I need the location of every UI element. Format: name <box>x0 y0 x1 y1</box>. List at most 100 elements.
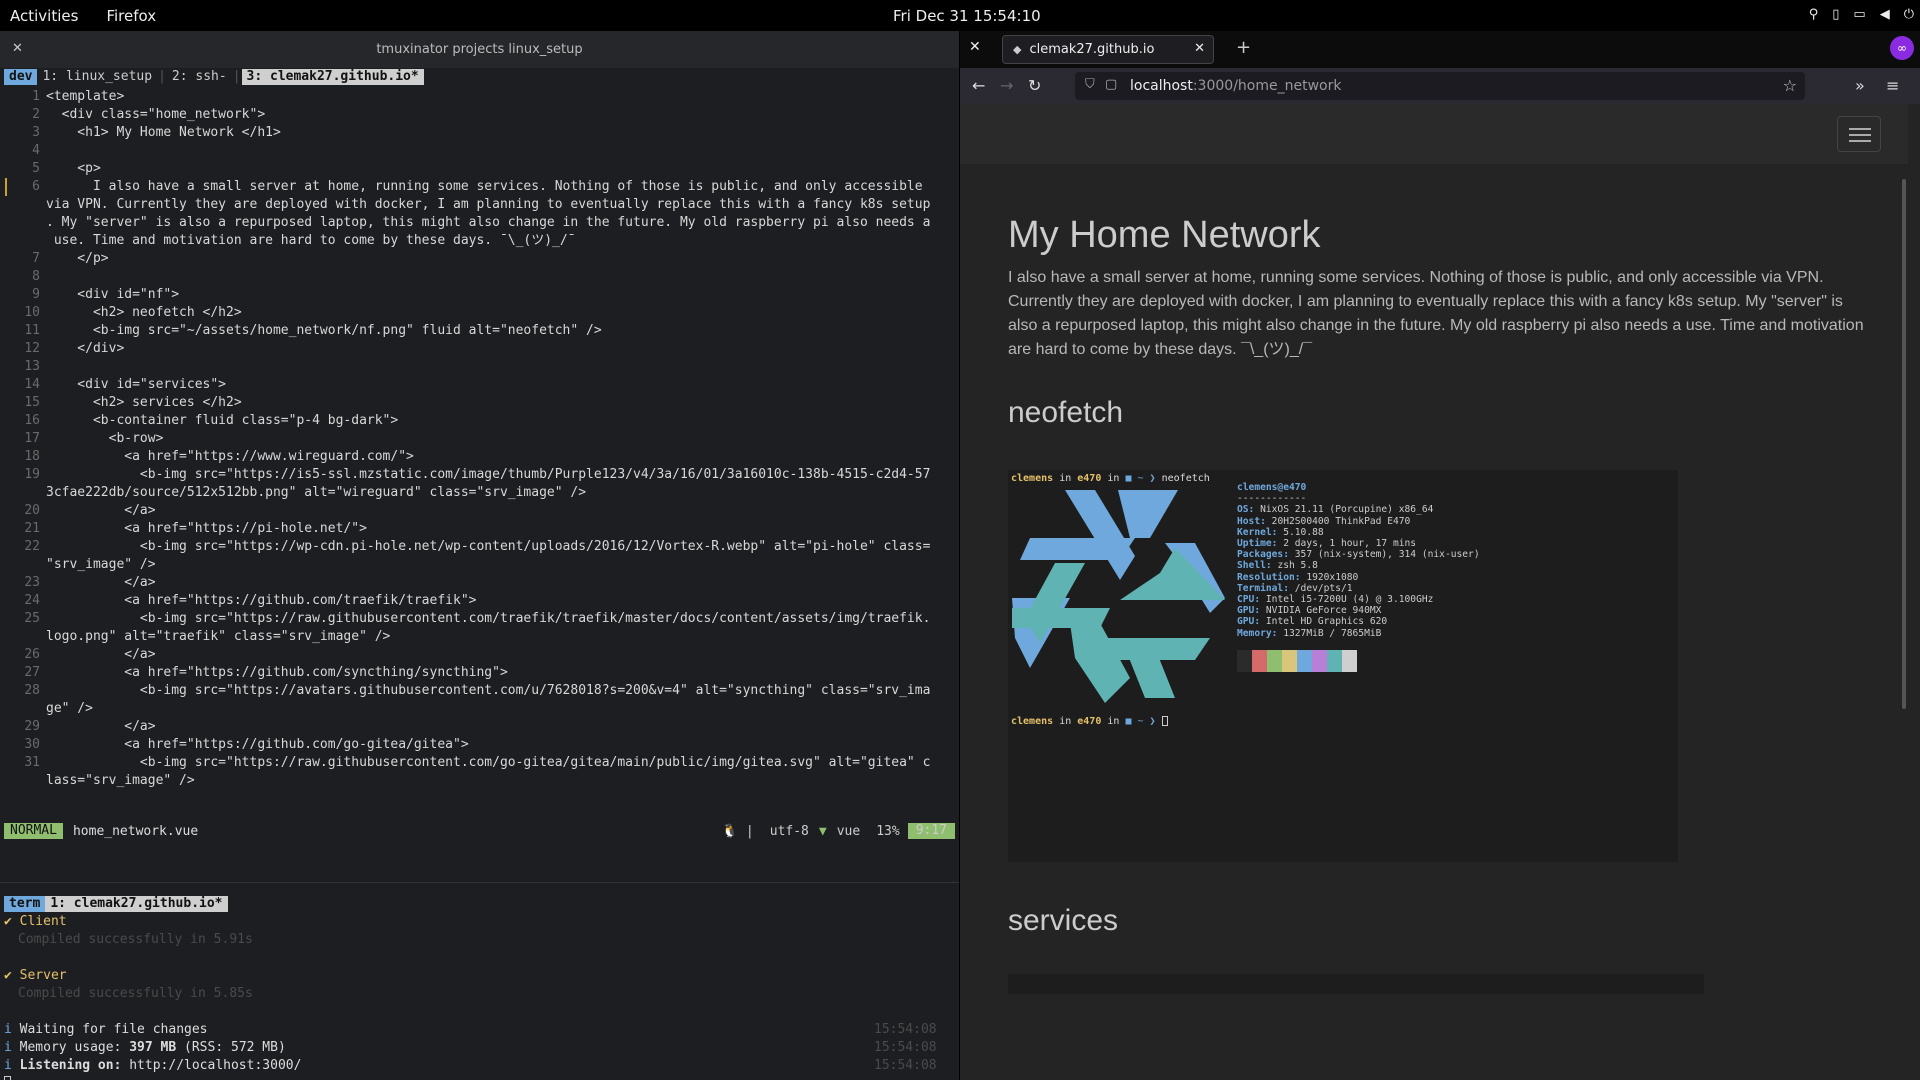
back-icon[interactable]: ← <box>972 76 985 95</box>
extension-icon[interactable]: ∞ <box>1890 36 1914 60</box>
scrollbar[interactable] <box>1902 179 1906 709</box>
line-number: 24 <box>24 593 40 608</box>
cursor-position: 9:17 <box>907 823 955 839</box>
line-number: 17 <box>24 431 40 446</box>
neofetch-heading: neofetch <box>1008 396 1124 429</box>
vim-statusline: NORMAL home_network.vue 🐧 | utf-8 ▼ vue … <box>0 822 959 840</box>
close-window-icon[interactable]: ✕ <box>969 39 981 55</box>
tmux-window-1[interactable]: 1: linux_setup <box>37 69 157 85</box>
location-icon: ⚲ <box>1808 7 1819 22</box>
system-tray[interactable]: ⚲ ▯ ▭ ◀ ⏻ <box>1809 7 1914 22</box>
code-line: 23 </a> <box>0 574 959 592</box>
pane-divider[interactable] <box>0 882 959 883</box>
color-swatch <box>1342 650 1357 672</box>
code-text: <h1> My Home Network </h1> <box>46 125 281 140</box>
line-number: 15 <box>24 395 40 410</box>
shield-icon[interactable]: ⛉ <box>1085 77 1095 92</box>
overflow-menu-icon[interactable]: » <box>1855 76 1865 95</box>
services-container <box>1008 974 1704 994</box>
code-line: 21 <a href="https://pi-hole.net/"> <box>0 520 959 538</box>
line-number: 25 <box>24 611 40 626</box>
code-line: 17 <b-row> <box>0 430 959 448</box>
code-line: 14 <div id="services"> <box>0 376 959 394</box>
vue-icon: ▼ <box>818 823 827 839</box>
activities-button[interactable]: Activities <box>10 7 78 25</box>
neofetch-image: clemens in e470 in ■ ~ ❯ neofetch clemen… <box>1008 470 1678 862</box>
code-text: <a href="https://pi-hole.net/"> <box>46 521 367 536</box>
terminal-pane[interactable]: term 1: clemak27.github.io* ✔ Client Com… <box>0 895 959 1080</box>
page-info-icon[interactable]: ▢ <box>1105 77 1117 92</box>
reload-icon[interactable]: ↻ <box>1028 76 1041 95</box>
close-icon[interactable]: ✕ <box>12 41 23 56</box>
code-text: <template> <box>46 89 125 104</box>
code-line: 6 I also have a small server at home, ru… <box>0 178 959 196</box>
code-text: </div> <box>46 341 125 356</box>
url-bar[interactable]: ⛉ ▢ localhost:3000/home_network ☆ <box>1075 72 1805 100</box>
code-line: ge" /> <box>0 700 959 718</box>
code-editor[interactable]: 1 <template> 2 <div class="home_network"> 3… <box>0 88 959 823</box>
line-number: 23 <box>24 575 40 590</box>
top-bar: Activities Firefox Fri Dec 31 15:54:10 ⚲… <box>0 0 1920 31</box>
neofetch-info-row: Resolution: 1920x1080 <box>1237 571 1359 583</box>
tmux-session-name: dev <box>4 69 38 85</box>
info-line: i Memory usage: 397 MB (RSS: 572 MB) 15:… <box>4 1040 937 1055</box>
line-number: 2 <box>32 107 40 122</box>
neofetch-info-row: Host: 20H2S00400 ThinkPad E470 <box>1237 515 1411 527</box>
code-line: 20 </a> <box>0 502 959 520</box>
code-text: <a href="https://github.com/syncthing/sy… <box>46 665 508 680</box>
line-number: 5 <box>32 161 40 176</box>
code-text: <div id="nf"> <box>46 287 180 302</box>
neofetch-info-row: CPU: Intel i5-7200U (4) @ 3.100GHz <box>1237 594 1434 606</box>
new-tab-button[interactable]: + <box>1236 37 1251 58</box>
browser-window: ✕ ◆ clemak27.github.io ✕ + ∞ ← → ↻ ⛉ ▢ l… <box>960 31 1920 1080</box>
code-line: 18 <a href="https://www.wireguard.com/"> <box>0 448 959 466</box>
filetype: vue <box>836 823 861 839</box>
tmux-window-3[interactable]: 3: clemak27.github.io* <box>241 69 424 85</box>
page-title: My Home Network <box>1008 214 1321 256</box>
code-text: <b-img src="https://is5-ssl.mzstatic.com… <box>46 467 931 482</box>
code-text: <div class="home_network"> <box>46 107 266 122</box>
line-number: 1 <box>32 89 40 104</box>
tmux-window-2[interactable]: 2: ssh- <box>167 69 232 85</box>
code-line: use. Time and motivation are hard to com… <box>0 232 959 250</box>
clock[interactable]: Fri Dec 31 15:54:10 <box>893 7 1041 25</box>
code-text: <b-row> <box>46 431 164 446</box>
code-text: ge" /> <box>46 701 93 716</box>
code-line: 26 </a> <box>0 646 959 664</box>
color-swatch <box>1237 650 1252 672</box>
neofetch-info-row: Terminal: /dev/pts/1 <box>1237 582 1353 594</box>
code-text: use. Time and motivation are hard to com… <box>46 233 576 248</box>
code-line: 2 <div class="home_network"> <box>0 106 959 124</box>
navbar-toggle-button[interactable] <box>1837 116 1881 152</box>
code-text: <b-container fluid class="p-4 bg-dark"> <box>46 413 399 428</box>
client-status: ✔ Client <box>4 914 67 929</box>
color-swatch <box>1252 650 1267 672</box>
code-line: 8 <box>0 268 959 286</box>
code-line: 13 <box>0 358 959 376</box>
code-text: <p> <box>46 161 101 176</box>
code-line: 30 <a href="https://github.com/go-gitea/… <box>0 736 959 754</box>
display-icon: ▭ <box>1853 7 1866 22</box>
hamburger-menu-icon[interactable]: ≡ <box>1886 76 1899 95</box>
web-page: My Home Network I also have a small serv… <box>960 104 1908 1080</box>
close-tab-icon[interactable]: ✕ <box>1194 41 1205 56</box>
code-text: . My "server" is also a repurposed lapto… <box>46 215 931 230</box>
code-text: "srv_image" /> <box>46 557 156 572</box>
code-text: <h2> services </h2> <box>46 395 242 410</box>
tmux-window-1[interactable]: 1: clemak27.github.io* <box>45 896 228 912</box>
line-number: 30 <box>24 737 40 752</box>
color-swatch <box>1312 650 1327 672</box>
browser-tab[interactable]: ◆ clemak27.github.io ✕ <box>1002 35 1214 64</box>
code-line: 5 <p> <box>0 160 959 178</box>
code-line: 1 <template> <box>0 88 959 106</box>
power-icon: ⏻ <box>1903 7 1914 22</box>
neofetch-info: clemens@e470 ------------ OS: NixOS 21.1… <box>1237 482 1480 639</box>
code-text: <a href="https://github.com/go-gitea/git… <box>46 737 469 752</box>
info-line: i Listening on: http://localhost:3000/ 1… <box>4 1058 937 1073</box>
app-menu[interactable]: Firefox <box>106 7 156 25</box>
bookmark-star-icon[interactable]: ☆ <box>1783 76 1797 95</box>
code-line: 7 </p> <box>0 250 959 268</box>
git-change-marker <box>5 178 7 196</box>
url-host: localhost <box>1130 78 1193 94</box>
forward-icon[interactable]: → <box>1000 76 1013 95</box>
